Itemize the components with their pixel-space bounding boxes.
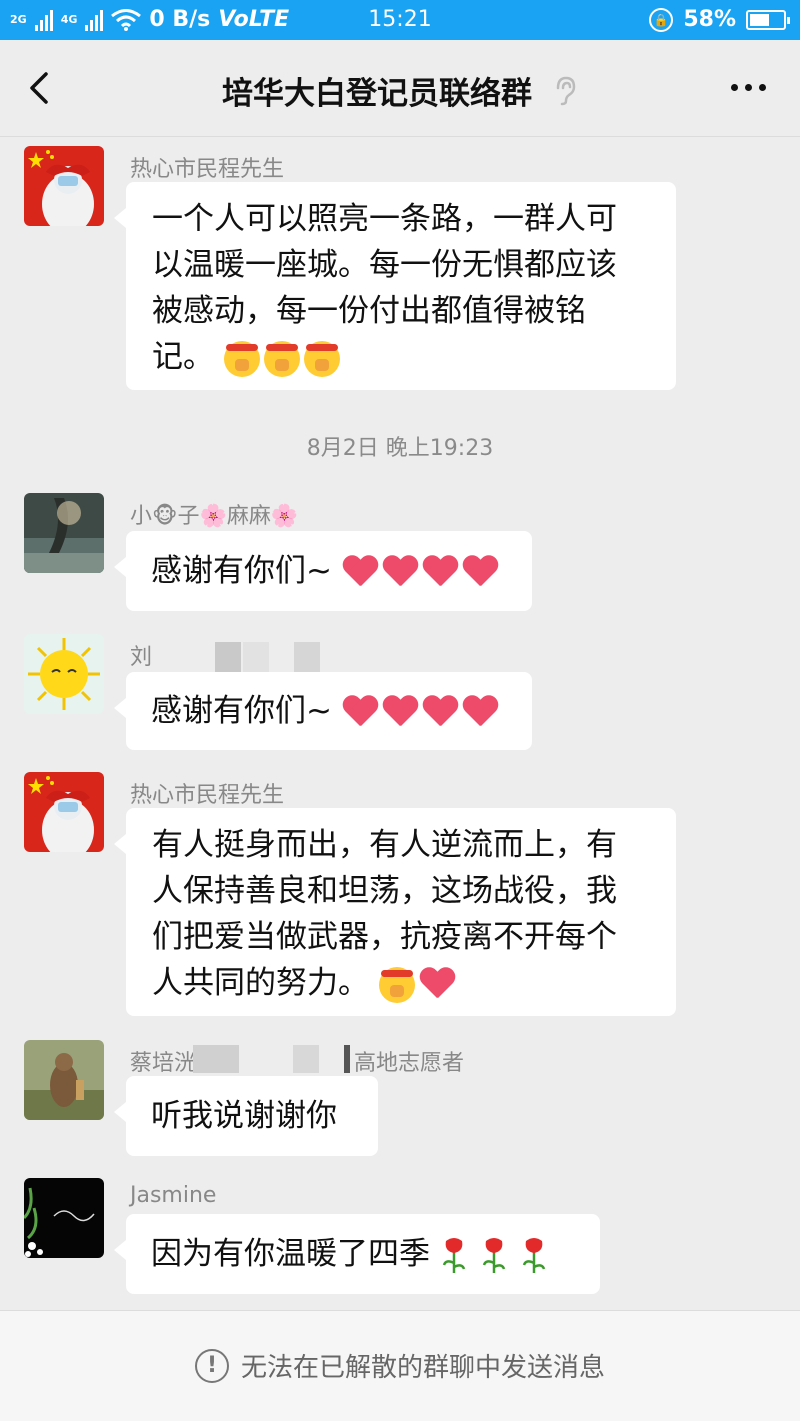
message-line: 有人挺身而出，有人逆流而上，有 xyxy=(152,827,617,863)
redacted-block xyxy=(193,1045,239,1073)
message-text: 感谢有你们~ xyxy=(151,693,332,729)
message-line-text: 记。 xyxy=(152,339,214,375)
heart-emoji xyxy=(342,556,378,590)
heart-emoji xyxy=(462,556,498,590)
battery-percent: 58% xyxy=(683,7,736,32)
message-line: 们把爱当做武器，抗疫离不开每个 xyxy=(152,919,617,955)
salute-face-emoji xyxy=(378,966,415,1003)
avatar[interactable] xyxy=(24,772,104,852)
ear-icon xyxy=(556,76,576,105)
redacted-block xyxy=(294,642,320,672)
battery-icon xyxy=(746,9,790,30)
message-line-text: 人共同的努力。 xyxy=(152,965,369,1001)
message-line: 以温暖一座城。每一份无惧都应该 xyxy=(152,247,617,283)
avatar[interactable] xyxy=(24,1178,104,1258)
redacted-block xyxy=(215,642,241,672)
heart-emoji xyxy=(382,696,418,730)
sender-name-prefix: 蔡培洸 xyxy=(130,1051,197,1076)
message-line: 记。 xyxy=(152,334,650,380)
avatar[interactable] xyxy=(24,1040,104,1120)
timestamp: 8月2日 晚上19:23 xyxy=(306,436,494,461)
sender-name: 小🐵子🌸麻麻🌸 xyxy=(130,504,299,529)
message-bubble[interactable]: 感谢有你们~ xyxy=(114,531,532,611)
message-text: 感谢有你们~ xyxy=(151,553,332,589)
avatar[interactable] xyxy=(24,634,104,714)
message-line: 一个人可以照亮一条路，一群人可 xyxy=(152,201,617,237)
info-icon: ! xyxy=(194,1348,229,1383)
message-bubble[interactable]: 一个人可以照亮一条路，一群人可 以温暖一座城。每一份无惧都应该 被感动，每一份付… xyxy=(114,182,676,390)
redacted-block xyxy=(344,1045,350,1073)
avatar[interactable] xyxy=(24,146,104,226)
status-right: 🔒 58% xyxy=(649,7,790,32)
message-bubble[interactable]: 有人挺身而出，有人逆流而上，有 人保持善良和坦荡，这场战役，我 们把爱当做武器，… xyxy=(114,808,676,1016)
sender-name: Jasmine xyxy=(130,1183,217,1208)
heart-emoji xyxy=(382,556,418,590)
rose-emoji xyxy=(482,1237,506,1273)
heart-emoji xyxy=(462,696,498,730)
sender-name: 蔡培洸 xyxy=(130,1045,196,1077)
message-bubble[interactable]: 听我说谢谢你 xyxy=(114,1076,378,1156)
sender-name: 热心市民程先生 xyxy=(130,783,285,808)
rotation-lock-icon: 🔒 xyxy=(649,7,674,32)
title-wrap: 培华大白登记员联络群 xyxy=(0,68,800,113)
message-text: 因为有你温暖了四季 xyxy=(151,1236,430,1272)
heart-emoji xyxy=(422,556,458,590)
rose-emoji xyxy=(442,1237,466,1273)
message-text: 听我说谢谢你 xyxy=(151,1098,337,1134)
sender-name-suffix: 高地志愿者 xyxy=(354,1051,465,1076)
rose-emoji xyxy=(522,1237,546,1273)
heart-emoji xyxy=(422,696,458,730)
heart-emoji xyxy=(342,696,378,730)
disabled-input-bar: ! 无法在已解散的群聊中发送消息 xyxy=(0,1310,800,1421)
chat-header: 培华大白登记员联络群 xyxy=(0,40,800,137)
status-bar: 2G 4G 0 B/s VoLTE 15:21 🔒 58% xyxy=(0,0,800,40)
sender-name: 热心市民程先生 xyxy=(130,157,285,182)
redacted-block xyxy=(293,1045,319,1073)
heart-emoji xyxy=(419,968,455,1002)
disbanded-notice: 无法在已解散的群聊中发送消息 xyxy=(240,1353,605,1383)
salute-face-emoji xyxy=(223,340,260,377)
redacted-block xyxy=(243,642,269,672)
salute-face-emoji xyxy=(303,340,340,377)
avatar[interactable] xyxy=(24,493,104,573)
message-line: 人共同的努力。 xyxy=(152,960,650,1006)
sender-name: 刘 xyxy=(130,645,153,670)
message-bubble[interactable]: 感谢有你们~ xyxy=(114,672,532,750)
message-bubble[interactable]: 因为有你温暖了四季 xyxy=(114,1214,600,1294)
message-line: 人保持善良和坦荡，这场战役，我 xyxy=(152,873,617,909)
page-title: 培华大白登记员联络群 xyxy=(222,76,532,112)
battery-fill xyxy=(750,13,769,26)
message-line: 被感动，每一份付出都值得被铭 xyxy=(152,293,586,329)
more-dots-icon[interactable] xyxy=(731,84,766,91)
salute-face-emoji xyxy=(263,340,300,377)
notice-wrap: ! 无法在已解散的群聊中发送消息 xyxy=(0,1347,800,1384)
